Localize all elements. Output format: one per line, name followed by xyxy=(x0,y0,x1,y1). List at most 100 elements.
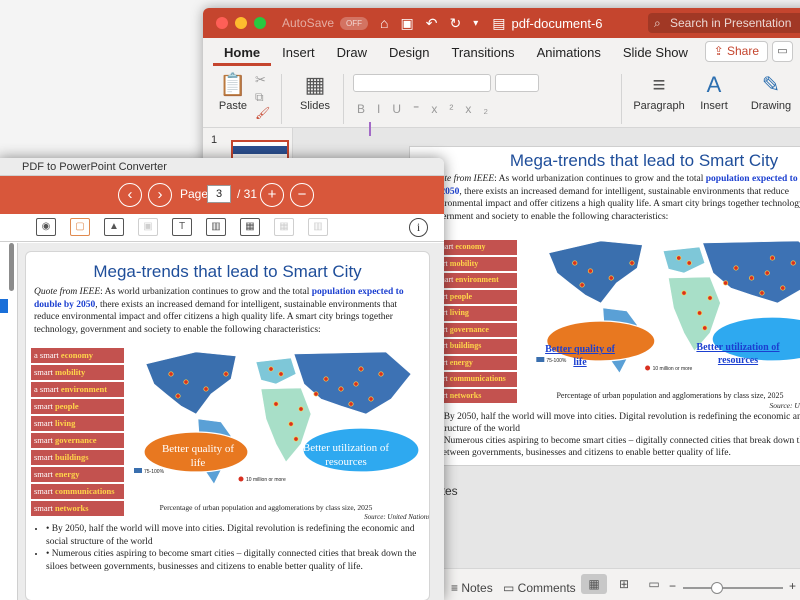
characteristic-tile: smart mobility xyxy=(30,364,125,381)
comments-status-button[interactable]: ▭ Comments xyxy=(503,581,576,595)
characteristic-tile: smart buildings xyxy=(30,449,125,466)
characteristic-tile: smart energy xyxy=(30,466,125,483)
slide-title: Mega-trends that lead to Smart City xyxy=(93,262,362,281)
ppt-slide[interactable]: Mega-trends that lead to Smart City Quot… xyxy=(409,146,800,466)
thumbnail-title-band xyxy=(233,146,287,154)
previous-page-button[interactable]: ‹ xyxy=(118,183,142,207)
save-icon[interactable]: ▣ xyxy=(401,15,414,32)
tab-animations[interactable]: Animations xyxy=(526,45,612,66)
text-box-icon[interactable]: T xyxy=(172,218,192,236)
city-marker xyxy=(183,379,189,385)
city-marker xyxy=(268,366,274,372)
tile-prefix: a smart xyxy=(34,384,61,394)
characteristic-tile: smart people xyxy=(30,398,125,415)
new-slide-button[interactable]: ▦ Slides xyxy=(295,70,335,112)
paragraph-label: Paragraph xyxy=(633,100,685,112)
intro-source: Quote from IEEE xyxy=(34,287,101,297)
cloud-right-text: Better utilization of resources xyxy=(696,342,780,366)
info-icon[interactable]: i xyxy=(409,218,428,237)
asia-shape xyxy=(702,240,800,304)
font-family-field[interactable] xyxy=(353,74,491,92)
characteristic-tile: smart networks xyxy=(30,500,125,517)
city-marker xyxy=(749,275,755,281)
intro-text-a: : As world urbanization continues to gro… xyxy=(100,287,312,297)
zoom-in-button[interactable]: + xyxy=(260,183,284,207)
customize-toolbar-icon[interactable]: ▾ xyxy=(473,18,478,29)
autosave-toggle[interactable]: OFF xyxy=(340,16,369,30)
notes-button[interactable]: ≡ Notes xyxy=(451,581,493,595)
minimize-window-button[interactable] xyxy=(235,17,247,29)
city-marker xyxy=(168,371,174,377)
format-painter-icon[interactable]: 🖌 xyxy=(255,106,270,120)
tile-keyword: energy xyxy=(449,357,473,367)
map-source: Source: United Nations xyxy=(364,513,430,521)
converter-page-preview[interactable]: Mega-trends that lead to Smart City Quot… xyxy=(25,251,430,600)
page-label: Page xyxy=(180,187,209,201)
table-icon[interactable]: ▥ xyxy=(206,218,226,236)
tab-insert[interactable]: Insert xyxy=(271,45,326,66)
city-marker xyxy=(203,386,209,392)
world-map: 75-100%10 million or more xyxy=(134,351,420,485)
font-size-field[interactable] xyxy=(495,74,539,92)
presenter-view-button[interactable]: ▭ xyxy=(641,574,667,594)
next-page-button[interactable]: › xyxy=(148,183,172,207)
tab-transitions[interactable]: Transitions xyxy=(440,45,525,66)
autosave-label: AutoSave xyxy=(282,16,335,30)
tab-home[interactable]: Home xyxy=(213,45,272,66)
layout-icon[interactable]: ▦ xyxy=(240,218,260,236)
zoom-slider[interactable] xyxy=(683,587,783,589)
converter-window: PDF to PowerPoint Converter ‹ › Page 3 /… xyxy=(0,158,444,600)
insert-button[interactable]: A Insert xyxy=(697,70,731,112)
cut-icon[interactable]: ✂ xyxy=(255,72,266,88)
search-placeholder: Search in Presentation xyxy=(670,16,792,30)
drawing-button[interactable]: ✎ Drawing xyxy=(749,70,793,112)
tile-keyword: networks xyxy=(449,390,482,400)
tile-keyword: governance xyxy=(55,435,97,445)
characteristic-tile: smart living xyxy=(30,415,125,432)
scrollbar[interactable] xyxy=(9,243,14,291)
zoom-slider-knob[interactable] xyxy=(711,582,723,594)
search-input[interactable]: ⌕ Search in Presentation xyxy=(648,13,800,33)
select-area-icon[interactable]: ▢ xyxy=(70,218,90,236)
tab-design[interactable]: Design xyxy=(378,45,440,66)
comments-button[interactable]: ▭ xyxy=(772,41,793,62)
normal-view-button[interactable]: ▦ xyxy=(581,574,607,594)
city-marker xyxy=(338,386,344,392)
city-marker xyxy=(769,255,775,261)
city-marker xyxy=(681,290,687,296)
text-cursor xyxy=(369,122,371,136)
city-marker xyxy=(175,393,181,399)
paste-button[interactable]: 📋 Paste xyxy=(213,70,253,112)
image-disabled-icon: ▣ xyxy=(138,218,158,236)
zoom-out-button[interactable]: − xyxy=(669,579,676,593)
slide-sorter-button[interactable]: ⊞ xyxy=(611,574,637,594)
city-marker xyxy=(608,275,614,281)
image-icon[interactable]: ▲ xyxy=(104,218,124,236)
close-window-button[interactable] xyxy=(216,17,228,29)
city-marker xyxy=(780,285,786,291)
bullet-item: • By 2050, half the world will move into… xyxy=(46,523,428,548)
separator xyxy=(621,74,622,124)
eye-icon[interactable]: ◉ xyxy=(36,218,56,236)
city-marker xyxy=(587,268,593,274)
page-number-input[interactable]: 3 xyxy=(207,185,231,203)
zoom-window-button[interactable] xyxy=(254,17,266,29)
zoom-in-button[interactable]: + xyxy=(789,579,796,593)
window-controls xyxy=(216,17,266,29)
text-format-buttons[interactable]: BIU⁼x²x₂ xyxy=(357,102,500,116)
share-button[interactable]: ⇪ Share xyxy=(704,41,768,62)
zoom-out-button[interactable]: − xyxy=(290,183,314,207)
tab-draw[interactable]: Draw xyxy=(326,45,378,66)
home-icon[interactable]: ⌂ xyxy=(380,15,388,31)
undo-icon[interactable]: ↶ xyxy=(426,15,438,32)
tab-slide-show[interactable]: Slide Show xyxy=(612,45,699,66)
city-marker xyxy=(358,366,364,372)
city-marker xyxy=(353,381,359,387)
tile-prefix: smart xyxy=(34,452,56,462)
intro-text-b: , there exists an increased demand for i… xyxy=(428,186,800,222)
paragraph-button[interactable]: ≡ Paragraph xyxy=(631,70,687,112)
city-marker xyxy=(707,295,713,301)
converter-preview-area: Mega-trends that lead to Smart City Quot… xyxy=(0,243,444,600)
redo-icon[interactable]: ↻ xyxy=(449,15,461,32)
copy-icon[interactable]: ⧉ xyxy=(255,90,264,105)
